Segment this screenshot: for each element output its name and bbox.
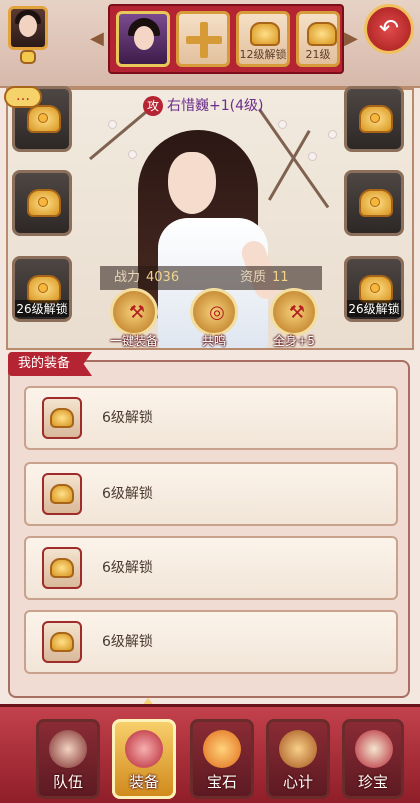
equipment-row[interactable]: 6级解锁: [24, 536, 398, 600]
equipment-row-icon: [42, 547, 82, 589]
equipment-slot-armor[interactable]: [12, 170, 72, 236]
top-bar: ◀ 12级解锁 21级 ▶ ↶: [0, 0, 420, 88]
ingot-icon: [50, 632, 74, 652]
slot-unlock-label: 26级解锁: [15, 300, 69, 317]
ingot-icon: [27, 189, 61, 217]
equipment-row-icon: [42, 397, 82, 439]
character-face: [168, 152, 216, 214]
hero-selector-strip: 12级解锁 21级: [108, 4, 344, 74]
nav-tab-gems[interactable]: 宝石: [190, 719, 254, 799]
equipment-row-icon: [42, 473, 82, 515]
slot-unlock-label: 21级: [305, 48, 331, 61]
ingot-icon: [27, 105, 61, 133]
ingot-icon: [27, 275, 61, 303]
blossom-decoration: [128, 150, 137, 159]
equipment-slot-locked-left[interactable]: 26级解锁: [12, 256, 72, 322]
power-stat: 战力 4036: [114, 266, 179, 290]
ingot-icon: [359, 275, 393, 303]
aptitude-label: 资质: [240, 270, 267, 285]
resonance-ring-icon: ◎: [190, 288, 238, 336]
hero-slot-locked[interactable]: 12级解锁: [236, 11, 290, 67]
blossom-decoration: [328, 130, 337, 139]
nav-tab-scheme[interactable]: 心计: [266, 719, 330, 799]
equipment-ring-icon: [125, 730, 163, 768]
ingot-icon: [250, 22, 280, 46]
equipment-row-text: 6级解锁: [102, 634, 153, 650]
chat-bubble-icon[interactable]: [20, 50, 36, 64]
aptitude-stat: 资质 11: [240, 266, 289, 290]
team-icon: [49, 730, 87, 768]
player-avatar[interactable]: [8, 6, 48, 50]
avatar-face: [19, 15, 37, 37]
ingot-icon: [307, 22, 337, 46]
blossom-decoration: [278, 120, 287, 129]
hero-portrait-face: [134, 26, 154, 50]
scroll-right-arrow-icon[interactable]: ▶: [344, 28, 358, 49]
aptitude-value: 11: [272, 270, 289, 285]
equipment-row[interactable]: 6级解锁: [24, 462, 398, 526]
slot-unlock-label: 12级解锁: [239, 48, 287, 61]
equipment-row-text: 6级解锁: [102, 410, 153, 426]
equipment-slot-accessory[interactable]: [344, 86, 404, 152]
ingot-icon: [359, 189, 393, 217]
nav-tab-label: 队伍: [52, 773, 83, 791]
equipment-slot-locked-right[interactable]: 26级解锁: [344, 256, 404, 322]
scroll-left-arrow-icon[interactable]: ◀: [90, 28, 104, 49]
ingot-icon: [359, 105, 393, 133]
equipment-row-icon: [42, 621, 82, 663]
blossom-decoration: [108, 120, 117, 129]
equipment-row[interactable]: 6级解锁: [24, 610, 398, 674]
hero-slot-selected[interactable]: [116, 11, 170, 67]
ingot-icon: [50, 408, 74, 428]
resonance-label: 共鸣: [201, 334, 226, 348]
bottom-nav: 队伍 装备 宝石 心计 珍宝: [0, 704, 420, 803]
attack-type-icon: 攻: [143, 96, 163, 116]
equipment-slot-boots[interactable]: [344, 170, 404, 236]
character-name-badge: 攻右惜巍+1(4级): [143, 94, 263, 118]
nav-tab-label: 宝石: [206, 773, 237, 791]
resonance-glyph: ◎: [209, 302, 225, 323]
slot-unlock-label: 26级解锁: [347, 300, 401, 317]
nav-tab-team[interactable]: 队伍: [36, 719, 100, 799]
nav-tab-equipment[interactable]: 装备: [112, 719, 176, 799]
scheme-orb-icon: [279, 730, 317, 768]
equip-hammer-icon: ⚒: [110, 288, 158, 336]
equipment-row-text: 6级解锁: [102, 486, 153, 502]
treasure-icon: [355, 730, 393, 768]
my-equipment-title: 我的装备: [8, 352, 93, 376]
ingot-icon: [50, 558, 74, 578]
stats-bar: 战力 4036 资质 11: [100, 266, 322, 290]
branch-decoration: [268, 130, 311, 201]
equipment-row-text: 6级解锁: [102, 560, 153, 576]
hero-slot-locked[interactable]: 21级: [296, 11, 340, 67]
character-name: 右惜巍+1(4级): [167, 98, 264, 114]
nav-tab-treasure[interactable]: 珍宝: [342, 719, 404, 799]
nav-tab-label: 珍宝: [357, 773, 388, 791]
power-value: 4036: [146, 270, 180, 285]
power-label: 战力: [114, 270, 141, 285]
nav-tab-label: 装备: [128, 773, 159, 791]
forge-glyph: ⚒: [288, 302, 306, 323]
gem-icon: [203, 730, 241, 768]
chat-bubble-icon[interactable]: …: [4, 86, 42, 108]
blossom-decoration: [308, 152, 317, 161]
back-button[interactable]: ↶: [364, 4, 414, 54]
equip-glyph: ⚒: [128, 302, 146, 323]
equipment-row[interactable]: 6级解锁: [24, 386, 398, 450]
hero-slot-add[interactable]: [176, 11, 230, 67]
full-body-enhance-button[interactable]: ⚒ 全身+5: [262, 288, 326, 348]
plus-icon: [186, 22, 222, 58]
resonance-button[interactable]: ◎ 共鸣: [182, 288, 246, 348]
ingot-icon: [50, 484, 74, 504]
full-body-enhance-label: 全身+5: [273, 334, 315, 348]
one-click-equip-label: 一键装备: [109, 334, 158, 348]
nav-tab-label: 心计: [282, 773, 313, 791]
back-arrow-icon: ↶: [378, 14, 400, 42]
forge-hammer-icon: ⚒: [270, 288, 318, 336]
one-click-equip-button[interactable]: ⚒ 一键装备: [102, 288, 166, 348]
